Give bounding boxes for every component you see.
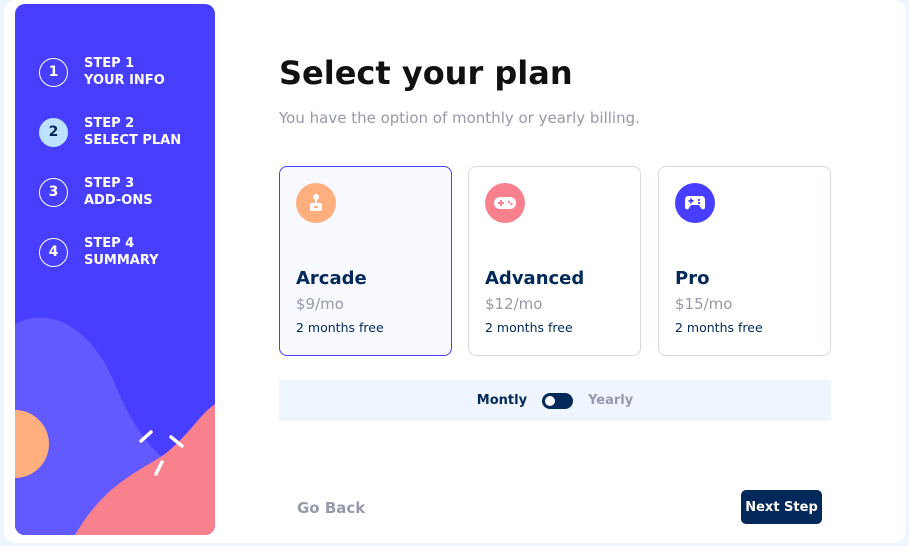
step-number: 3 <box>39 177 68 207</box>
controller-icon <box>675 183 715 223</box>
step-number: 1 <box>39 57 68 87</box>
monthly-label[interactable]: Montly <box>477 393 527 408</box>
step-caption: STEP 4 <box>84 236 135 251</box>
plan-name: Arcade <box>296 268 367 289</box>
plan-promo: 2 months free <box>296 320 384 335</box>
step-caption: STEP 2 <box>84 116 135 131</box>
arcade-icon <box>296 183 336 223</box>
toggle-knob <box>545 395 556 406</box>
step-number: 4 <box>39 237 68 267</box>
step-label: SUMMARY <box>84 253 159 268</box>
step-2: 2 STEP 2 SELECT PLAN <box>39 115 181 149</box>
step-label: SELECT PLAN <box>84 133 182 148</box>
step-1: 1 STEP 1 YOUR INFO <box>39 55 165 89</box>
go-back-button[interactable]: Go Back <box>297 499 365 517</box>
plan-price: $12/mo <box>485 295 543 313</box>
gamepad-icon <box>485 183 525 223</box>
step-3: 3 STEP 3 ADD-ONS <box>39 175 153 209</box>
plan-promo: 2 months free <box>675 320 763 335</box>
plan-promo: 2 months free <box>485 320 573 335</box>
step-label: YOUR INFO <box>84 73 165 88</box>
step-caption: STEP 3 <box>84 176 135 191</box>
page-title: Select your plan <box>279 54 573 92</box>
step-number-active: 2 <box>39 117 68 147</box>
plan-name: Advanced <box>485 268 585 289</box>
step-caption: STEP 1 <box>84 56 135 71</box>
plan-name: Pro <box>675 268 710 289</box>
step-4: 4 STEP 4 SUMMARY <box>39 235 159 269</box>
plan-card-advanced[interactable]: Advanced $12/mo 2 months free <box>468 166 641 356</box>
steps-sidebar: 1 STEP 1 YOUR INFO 2 STEP 2 SELECT PLAN … <box>15 4 215 535</box>
next-step-button[interactable]: Next Step <box>741 490 822 524</box>
yearly-label[interactable]: Yearly <box>588 393 633 408</box>
billing-toggle[interactable] <box>542 392 574 409</box>
step-label: ADD-ONS <box>84 193 153 208</box>
plan-price: $15/mo <box>675 295 733 313</box>
page-subtitle: You have the option of monthly or yearly… <box>279 109 640 127</box>
plan-card-arcade[interactable]: Arcade $9/mo 2 months free <box>279 166 452 356</box>
plan-card-pro[interactable]: Pro $15/mo 2 months free <box>658 166 831 356</box>
billing-toggle-bar: Montly Yearly <box>279 380 831 421</box>
plan-price: $9/mo <box>296 295 344 313</box>
